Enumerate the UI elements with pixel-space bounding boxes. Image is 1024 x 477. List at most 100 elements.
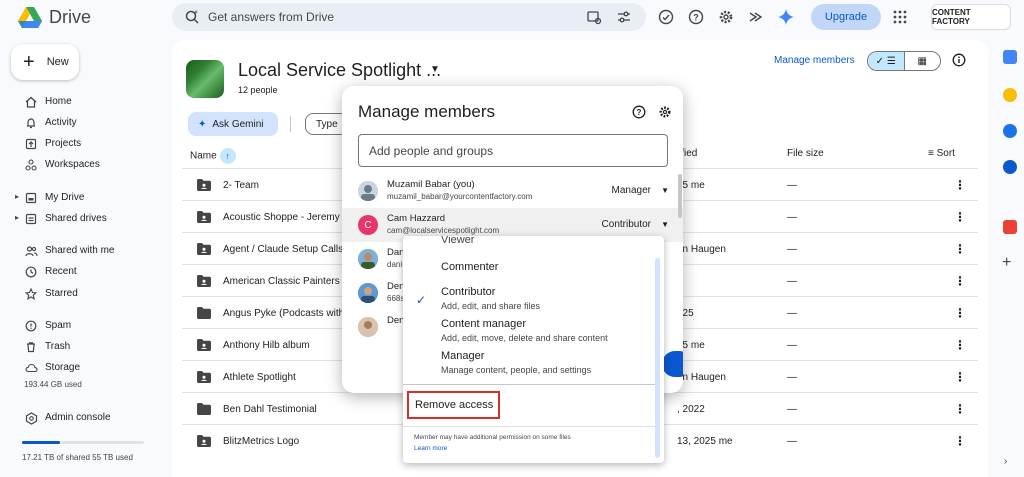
- addon-icon[interactable]: [1003, 220, 1017, 234]
- list-view-button[interactable]: ✓ ☰: [868, 52, 905, 70]
- sidebar-item-label: Projects: [45, 138, 82, 149]
- more-actions-icon[interactable]: ⋮: [954, 434, 966, 448]
- sidebar-item-my-drive[interactable]: ▸ My Drive: [0, 188, 170, 208]
- remove-access-button[interactable]: Remove access: [407, 391, 500, 419]
- expand-caret-icon[interactable]: ▸: [15, 213, 19, 222]
- sort-label: Sort: [936, 148, 955, 159]
- done-button[interactable]: [662, 351, 683, 377]
- gemini-icon[interactable]: [777, 8, 795, 26]
- account-badge[interactable]: CONTENT FACTORY: [931, 4, 1011, 30]
- file-name: Angus Pyke (Podcasts with: [223, 308, 345, 319]
- help-icon[interactable]: ?: [632, 105, 646, 119]
- caret-down-icon[interactable]: ▼: [661, 186, 669, 195]
- more-actions-icon[interactable]: ⋮: [954, 306, 966, 320]
- add-people-field[interactable]: [358, 134, 668, 167]
- name-column-header[interactable]: Name ↑: [190, 148, 236, 164]
- sidebar-item-activity[interactable]: Activity: [0, 113, 170, 133]
- sort-button[interactable]: ≡ Sort: [928, 148, 955, 159]
- member-email: cam@localservicespotlight.com: [387, 226, 500, 235]
- member-list-scrollbar[interactable]: [678, 174, 682, 218]
- menu-item-commenter[interactable]: Commenter: [441, 261, 498, 273]
- sidebar-item-label: Admin console: [45, 412, 111, 423]
- check-icon: ✓: [416, 293, 427, 307]
- grid-view-button[interactable]: ▦: [905, 52, 941, 70]
- drive-logo-icon[interactable]: [18, 7, 42, 29]
- menu-scrollbar[interactable]: [655, 258, 660, 458]
- search-options-icon[interactable]: [616, 9, 632, 25]
- menu-item-manager[interactable]: Manager: [441, 350, 484, 362]
- file-size-value: —: [787, 308, 797, 319]
- view-toggle[interactable]: ✓ ☰ ▦: [867, 51, 941, 71]
- sidebar-item-label: Home: [45, 96, 72, 107]
- sidebar-item-label: Shared with me: [45, 245, 115, 256]
- more-actions-icon[interactable]: ⋮: [954, 338, 966, 352]
- avatar: [358, 181, 378, 201]
- settings-gear-icon[interactable]: [717, 8, 735, 26]
- more-actions-icon[interactable]: ⋮: [954, 210, 966, 224]
- sidebar-item-shared-with-me[interactable]: Shared with me: [0, 241, 170, 261]
- menu-item-content-manager[interactable]: Content manager: [441, 318, 526, 330]
- modified-value: an Haugen: [677, 372, 726, 383]
- sidebar-item-admin-console[interactable]: Admin console: [0, 408, 170, 428]
- sidebar-item-projects[interactable]: Projects: [0, 134, 170, 154]
- folder-icon: [197, 307, 211, 319]
- new-button[interactable]: + New: [11, 44, 79, 80]
- ask-gemini-button[interactable]: ✦ Ask Gemini: [188, 112, 278, 136]
- member-role-dropdown[interactable]: Manager: [612, 185, 651, 196]
- tasks-icon[interactable]: [1003, 124, 1017, 138]
- sidebar-item-shared-drives[interactable]: ▸ Shared drives: [0, 209, 170, 229]
- add-people-input[interactable]: [359, 135, 667, 166]
- member-role-dropdown[interactable]: Contributor: [602, 219, 651, 230]
- app-name[interactable]: Drive: [49, 7, 91, 28]
- more-actions-icon[interactable]: ⋮: [954, 178, 966, 192]
- settings-gear-icon[interactable]: [658, 105, 672, 119]
- member-row[interactable]: Muzamil Babar (you) muzamil_babar@yourco…: [342, 174, 683, 208]
- sidebar-item-storage[interactable]: Storage: [0, 358, 170, 378]
- avatar: C: [358, 215, 378, 235]
- file-size-column-header[interactable]: File size: [787, 148, 824, 159]
- title-dropdown-icon[interactable]: ▼: [430, 64, 440, 75]
- help-icon[interactable]: ?: [687, 8, 705, 26]
- sidebar-item-home[interactable]: Home: [0, 92, 170, 112]
- sidebar-item-spam[interactable]: Spam: [0, 316, 170, 336]
- page-title[interactable]: Local Service Spotlight ...: [238, 60, 441, 81]
- caret-down-icon[interactable]: ▼: [661, 220, 669, 229]
- sidebar-item-label: My Drive: [45, 192, 85, 203]
- expand-caret-icon[interactable]: ▸: [15, 192, 19, 201]
- search-bar[interactable]: Get answers from Drive: [172, 3, 646, 31]
- calendar-icon[interactable]: [1003, 50, 1017, 64]
- sidebar-item-trash[interactable]: Trash: [0, 337, 170, 357]
- my-drive-icon: [24, 191, 38, 205]
- apps-grid-icon[interactable]: [891, 8, 909, 26]
- search-input[interactable]: Get answers from Drive: [208, 10, 334, 24]
- more-actions-icon[interactable]: ⋮: [954, 370, 966, 384]
- expand-panel-icon[interactable]: ›: [1004, 456, 1007, 467]
- member-count: 12 people: [238, 85, 278, 95]
- contacts-icon[interactable]: [1003, 160, 1017, 174]
- agent-icon[interactable]: [747, 8, 765, 26]
- more-actions-icon[interactable]: ⋮: [954, 402, 966, 416]
- file-name: Agent / Claude Setup Calls: [223, 244, 344, 255]
- manage-members-link[interactable]: Manage members: [774, 55, 855, 66]
- sidebar-item-recent[interactable]: Recent: [0, 262, 170, 282]
- keep-icon[interactable]: [1003, 88, 1017, 102]
- member-email: muzamil_babar@yourcontentfactory.com: [387, 192, 533, 201]
- info-icon[interactable]: [952, 53, 966, 67]
- sidebar-item-workspaces[interactable]: Workspaces: [0, 155, 170, 175]
- chip-divider: [290, 116, 291, 132]
- modified-value: 13, 2025 me: [677, 436, 733, 447]
- search-type-icon[interactable]: [586, 9, 602, 25]
- more-actions-icon[interactable]: ⋮: [954, 274, 966, 288]
- add-addon-icon[interactable]: +: [1002, 254, 1011, 272]
- file-size-value: —: [787, 436, 797, 447]
- type-filter-label: Type: [316, 118, 338, 130]
- shared-folder-icon: [197, 339, 211, 351]
- menu-item-contributor[interactable]: Contributor: [441, 286, 495, 298]
- upgrade-button[interactable]: Upgrade: [811, 4, 881, 30]
- sort-ascending-icon[interactable]: ↑: [219, 148, 236, 164]
- more-actions-icon[interactable]: ⋮: [954, 242, 966, 256]
- offline-status-icon[interactable]: [657, 8, 675, 26]
- learn-more-link[interactable]: Learn more: [414, 445, 447, 452]
- sidebar-item-starred[interactable]: Starred: [0, 284, 170, 304]
- menu-item-viewer[interactable]: Viewer: [441, 236, 474, 246]
